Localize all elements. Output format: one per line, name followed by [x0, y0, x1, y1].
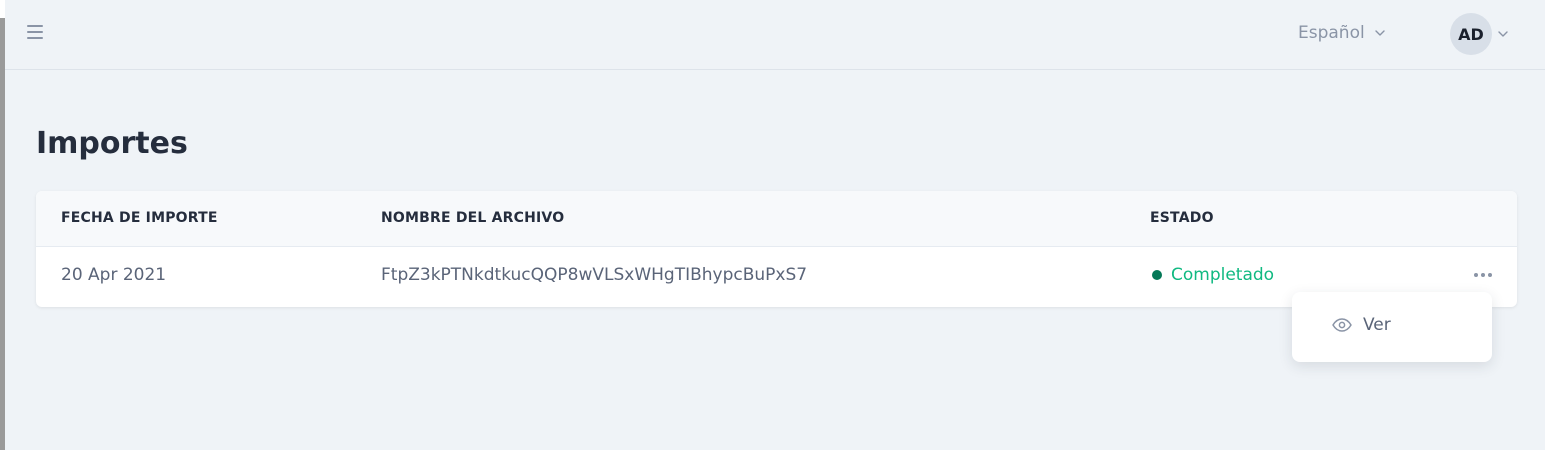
page-title: Importes — [36, 126, 188, 161]
status-badge: Completado — [1152, 265, 1274, 285]
language-select[interactable]: Español — [1298, 20, 1385, 46]
column-header-filename: NOMBRE DEL ARCHIVO — [381, 210, 565, 226]
user-menu[interactable]: AD — [1450, 13, 1508, 55]
language-label: Español — [1298, 23, 1365, 43]
top-bar: Español AD — [5, 0, 1545, 70]
status-label: Completado — [1171, 265, 1275, 285]
hamburger-menu-icon[interactable] — [27, 24, 45, 40]
table-header: FECHA DE IMPORTE NOMBRE DEL ARCHIVO ESTA… — [36, 191, 1517, 247]
column-header-status: ESTADO — [1150, 210, 1214, 226]
status-dot-icon — [1152, 270, 1162, 280]
chevron-down-icon — [1498, 31, 1508, 37]
view-menu-item[interactable]: Ver — [1332, 315, 1391, 335]
chevron-down-icon — [1375, 30, 1385, 36]
import-date: 20 Apr 2021 — [61, 265, 167, 285]
imports-table: FECHA DE IMPORTE NOMBRE DEL ARCHIVO ESTA… — [36, 191, 1517, 307]
eye-icon — [1332, 318, 1352, 332]
import-filename: FtpZ3kPTNkdtkucQQP8wVLSxWHgTIBhypcBuPxS7 — [381, 265, 808, 285]
row-actions-dropdown: Ver — [1292, 292, 1492, 362]
view-menu-label: Ver — [1363, 315, 1391, 335]
more-actions-icon[interactable] — [1472, 265, 1494, 285]
avatar[interactable]: AD — [1450, 13, 1492, 55]
column-header-date: FECHA DE IMPORTE — [61, 210, 218, 226]
